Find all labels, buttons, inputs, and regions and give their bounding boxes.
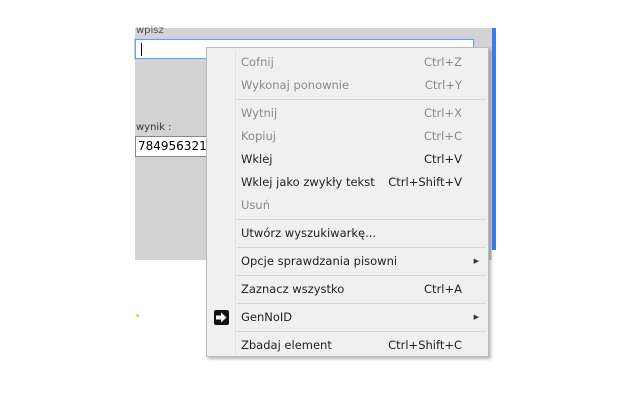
menu-item-label: Wykonaj ponownie (241, 78, 350, 92)
decorative-dot (136, 314, 139, 317)
submenu-arrow-icon: ▶ (473, 313, 479, 321)
menu-item-redo[interactable]: Wykonaj ponownie Ctrl+Y (209, 74, 486, 97)
menu-item-create-search-engine[interactable]: Utwórz wyszukiwarkę... (209, 222, 486, 245)
menu-item-shortcut: Ctrl+A (424, 282, 462, 296)
menu-item-label: Cofnij (241, 55, 274, 69)
arrow-right-icon (214, 310, 229, 325)
menu-item-inspect-element[interactable]: Zbadaj element Ctrl+Shift+C (209, 334, 486, 357)
menu-item-undo[interactable]: Cofnij Ctrl+Z (209, 51, 486, 74)
menu-separator (237, 275, 486, 276)
menu-separator (237, 99, 486, 100)
menu-item-shortcut: Ctrl+V (424, 152, 462, 166)
menu-item-label: Usuń (241, 198, 270, 212)
context-menu: Cofnij Ctrl+Z Wykonaj ponownie Ctrl+Y Wy… (206, 47, 489, 357)
menu-item-label: Kopiuj (241, 129, 276, 143)
input-label: wpisz (136, 25, 164, 36)
menu-item-label: Opcje sprawdzania pisowni (241, 254, 398, 268)
menu-item-paste[interactable]: Wklej Ctrl+V (209, 148, 486, 171)
result-field[interactable]: 7849563213 (135, 136, 211, 157)
text-caret (141, 43, 142, 56)
menu-item-label: Wytnij (241, 106, 278, 120)
menu-item-shortcut: Ctrl+Y (424, 78, 462, 92)
menu-item-shortcut: Ctrl+C (423, 129, 462, 143)
menu-item-label: Wklej (241, 152, 273, 166)
menu-separator (237, 219, 486, 220)
menu-item-label: Zbadaj element (241, 338, 332, 352)
menu-item-gennoid[interactable]: GenNoID ▶ (209, 306, 486, 329)
menu-item-paste-plain[interactable]: Wklej jako zwykły tekst Ctrl+Shift+V (209, 171, 486, 194)
menu-item-label: GenNoID (241, 310, 293, 324)
menu-item-shortcut: Ctrl+Shift+V (388, 175, 462, 189)
menu-item-label: Zaznacz wszystko (241, 282, 345, 296)
menu-separator (237, 247, 486, 248)
menu-separator (237, 303, 486, 304)
menu-item-spellcheck-options[interactable]: Opcje sprawdzania pisowni ▶ (209, 250, 486, 273)
menu-item-delete[interactable]: Usuń (209, 194, 486, 217)
result-label: wynik : (136, 122, 172, 133)
page: wpisz wynik : 7849563213 Cofnij Ctrl+Z W… (0, 0, 640, 400)
submenu-arrow-icon: ▶ (473, 257, 479, 265)
menu-item-label: Wklej jako zwykły tekst (241, 175, 375, 189)
menu-item-select-all[interactable]: Zaznacz wszystko Ctrl+A (209, 278, 486, 301)
menu-item-shortcut: Ctrl+Z (424, 55, 462, 69)
menu-item-label: Utwórz wyszukiwarkę... (241, 226, 377, 240)
menu-item-copy[interactable]: Kopiuj Ctrl+C (209, 125, 486, 148)
scrollbar-accent (492, 28, 496, 250)
menu-separator (237, 331, 486, 332)
menu-item-shortcut: Ctrl+X (424, 106, 462, 120)
menu-item-cut[interactable]: Wytnij Ctrl+X (209, 102, 486, 125)
menu-item-shortcut: Ctrl+Shift+C (388, 338, 462, 352)
